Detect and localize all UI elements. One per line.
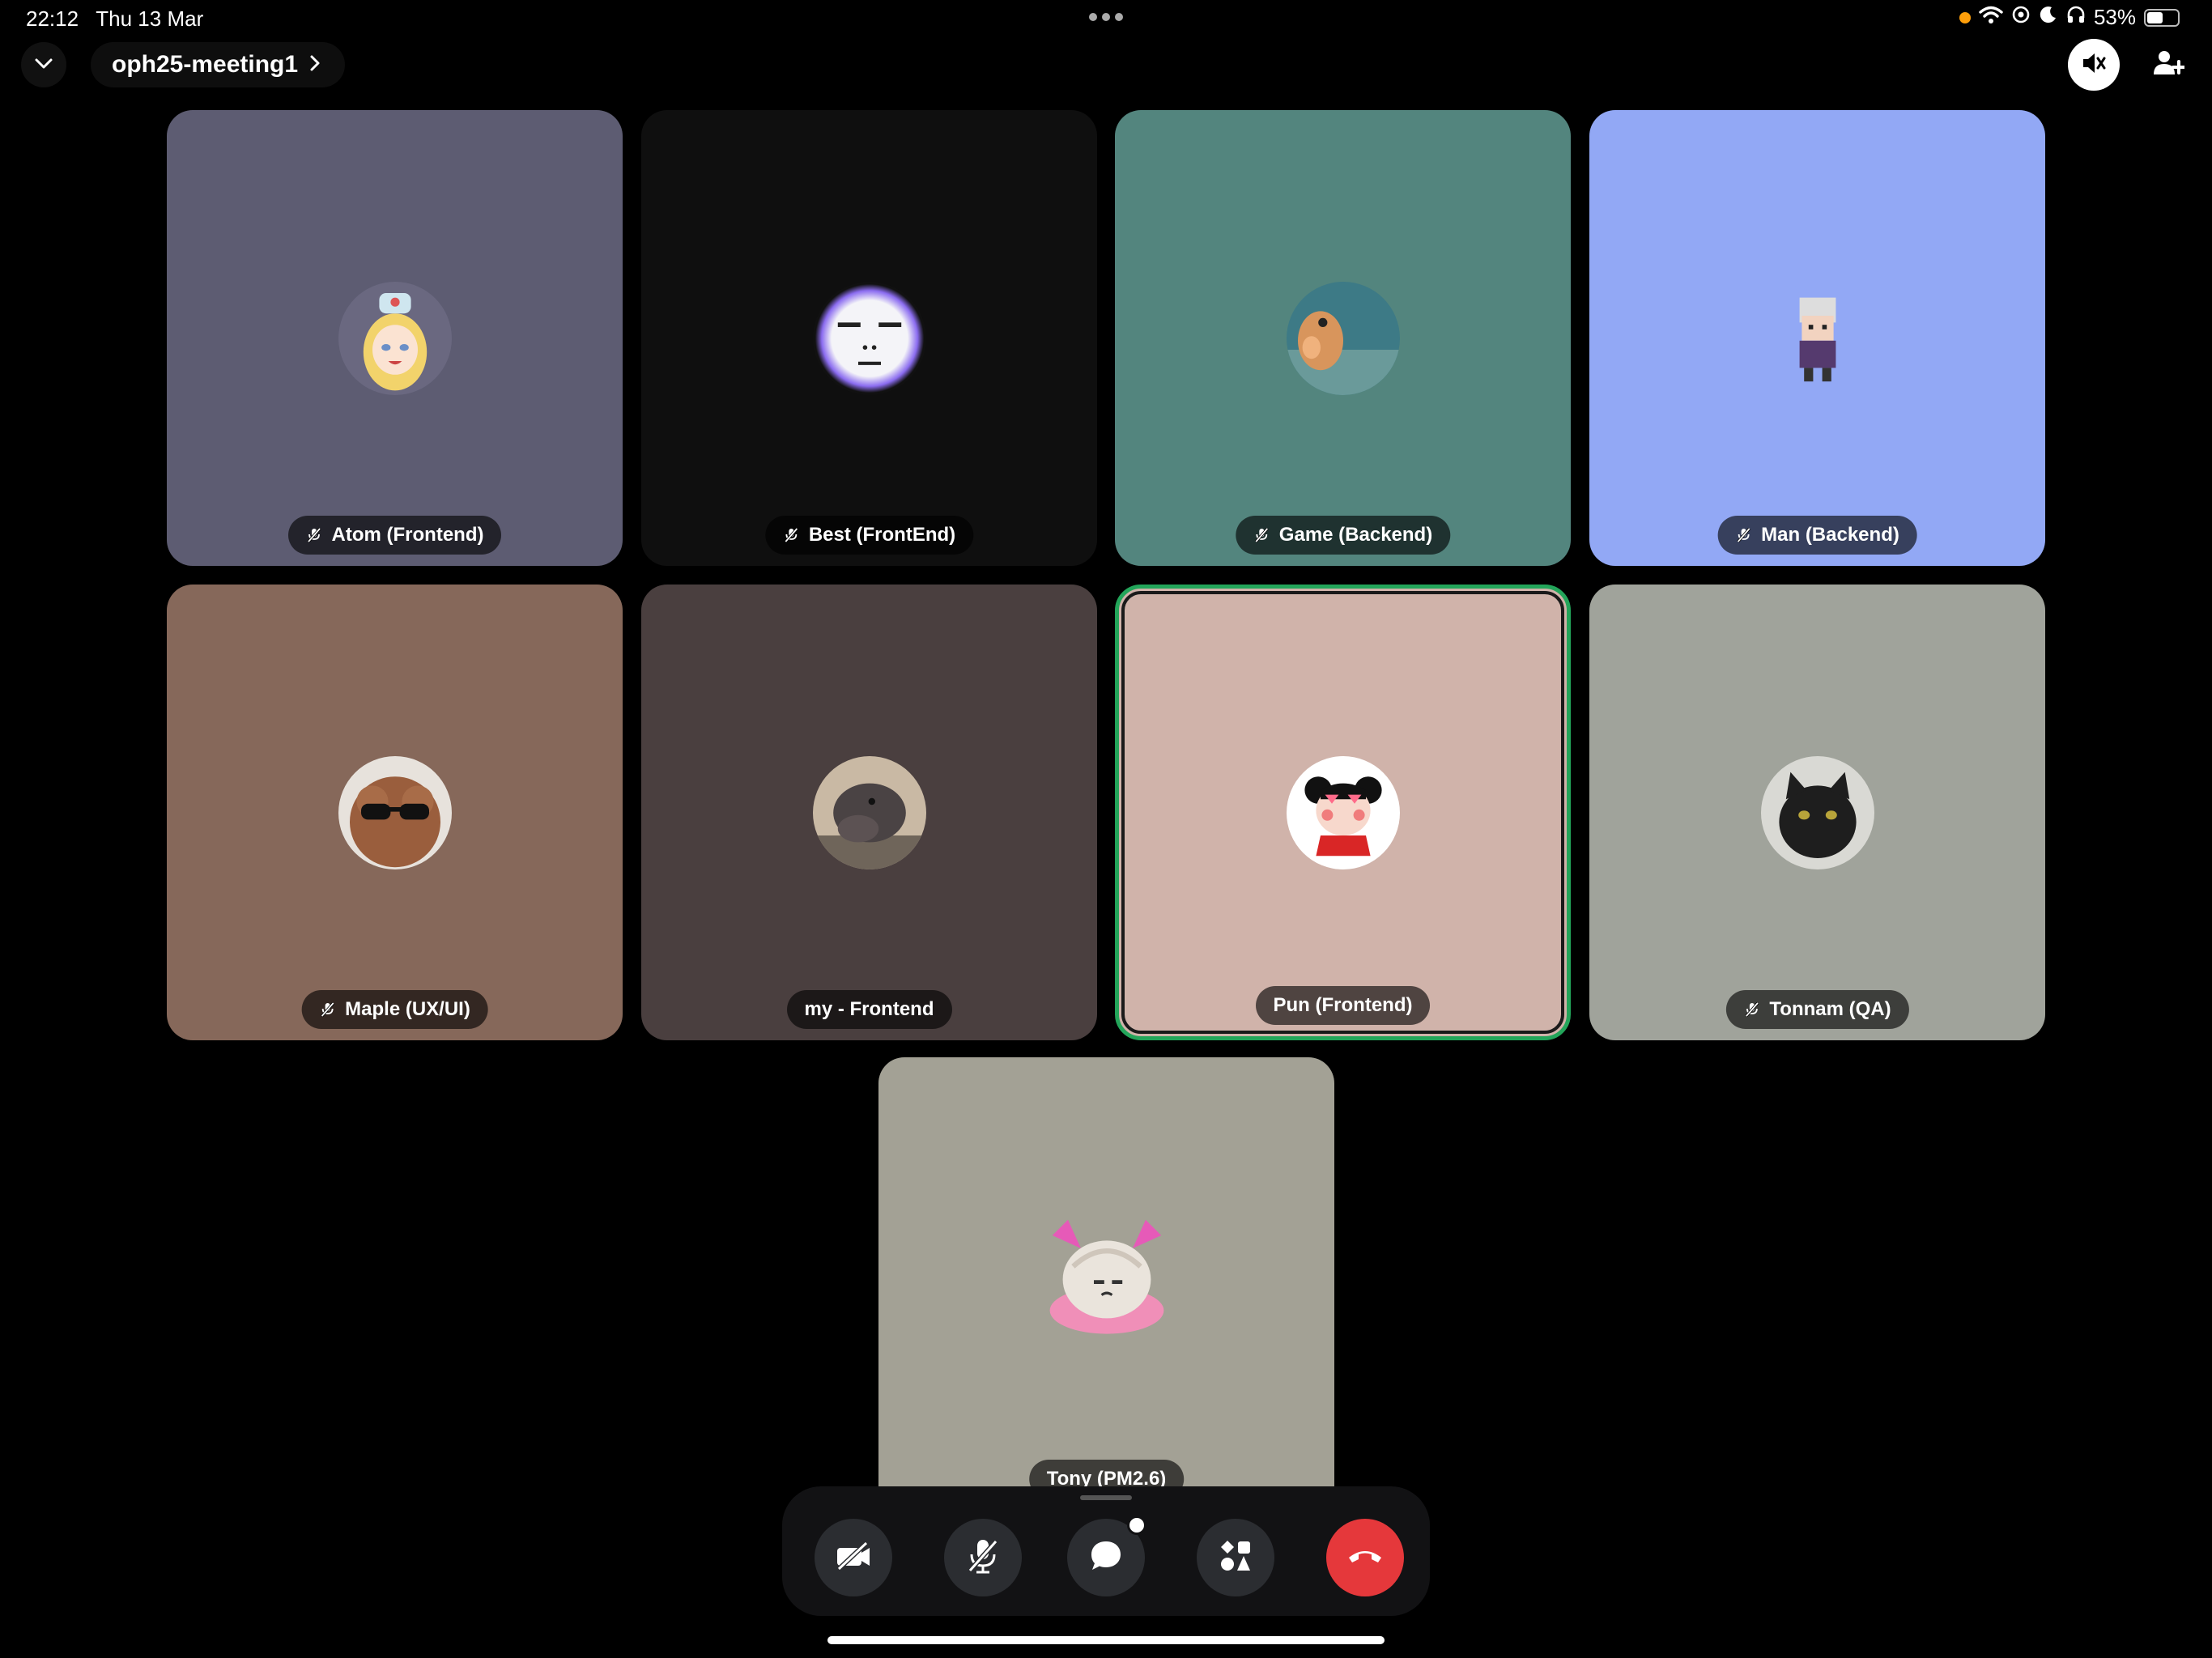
chat-notification-dot [1127,1516,1146,1535]
participant-tile[interactable]: Best (FrontEnd) [641,110,1097,566]
end-call-button[interactable] [1326,1519,1404,1596]
participant-name-pill: Game (Backend) [1235,516,1451,555]
hippo-avatar [812,755,926,869]
status-time: 22:12 Thu 13 Mar [26,6,203,32]
participant-tile[interactable]: Maple (UX/UI) [167,585,623,1040]
chevron-down-icon [34,57,53,74]
channel-name-button[interactable]: oph25-meeting1 [91,42,346,87]
participant-name-pill: Maple (UX/UI) [301,990,488,1029]
dog-sunglasses-avatar [338,755,452,869]
mic-off-icon [965,1537,1001,1579]
participant-name: Man (Backend) [1761,524,1899,546]
activities-button[interactable] [1197,1519,1274,1596]
mic-muted-icon [1743,1001,1759,1018]
headphones-icon [2066,5,2086,30]
mic-muted-icon [783,527,799,543]
status-icons: 53% [1959,5,2180,30]
multitasking-dots-icon[interactable] [1088,11,1124,26]
microphone-toggle-button[interactable] [944,1519,1022,1596]
participant-name: Atom (Frontend) [331,524,484,546]
collapse-call-button[interactable] [21,42,66,87]
participant-tile[interactable]: Atom (Frontend) [167,110,623,566]
participant-tile[interactable]: Tonnam (QA) [1589,585,2045,1040]
battery-icon [2144,8,2180,27]
call-controls-bar [782,1486,1430,1616]
participant-name: my - Frontend [804,998,934,1020]
home-indicator[interactable] [827,1636,1385,1644]
participant-tile[interactable]: Man (Backend) [1589,110,2045,566]
wifi-icon [1979,5,2003,30]
mic-muted-icon [319,1001,335,1018]
recording-indicator [1959,11,1971,23]
participant-name-pill: my - Frontend [786,990,952,1029]
focus-icon [2011,5,2031,30]
participant-name-pill: Best (FrontEnd) [764,516,974,555]
activities-icon [1218,1538,1253,1578]
chat-icon [1088,1538,1124,1578]
battery-fill [2147,11,2163,23]
participant-name: Tonnam (QA) [1769,998,1891,1020]
speaker-bluetooth-icon [2080,49,2108,81]
invite-button[interactable] [2146,42,2191,87]
mic-muted-icon [306,527,322,543]
dumpling-avatar [1041,1209,1172,1339]
participant-name-pill: Pun (Frontend) [1255,986,1431,1025]
black-cat-avatar [1760,755,1874,869]
status-time-text: 22:12 [26,6,79,31]
participant-name-pill: Tonnam (QA) [1725,990,1909,1029]
participant-tile[interactable]: Tony (PM2.6) [878,1057,1334,1490]
fish-avatar [1286,281,1400,395]
participant-name: Best (FrontEnd) [808,524,956,546]
cartoon-girl-avatar [1286,755,1400,869]
mic-muted-icon [1735,527,1751,543]
add-user-icon [2152,49,2186,82]
participant-name-pill: Atom (Frontend) [287,516,502,555]
control-bar-grabber[interactable] [1080,1495,1132,1500]
participant-name: Game (Backend) [1278,524,1433,546]
participant-name: Maple (UX/UI) [345,998,470,1020]
battery-percent: 53% [2093,5,2136,29]
end-call-icon [1346,1546,1385,1570]
participant-tile[interactable]: my - Frontend [641,585,1097,1040]
chevron-right-icon [309,51,321,79]
anime-girl-avatar [338,281,452,395]
audio-output-button[interactable] [2068,39,2120,91]
camera-toggle-button[interactable] [815,1519,892,1596]
moon-icon [2039,5,2058,30]
pixel-character-avatar [1760,281,1874,395]
camera-off-icon [834,1540,873,1576]
glowing-face-avatar [812,281,926,395]
participant-name: Pun (Frontend) [1273,994,1413,1016]
status-date-text: Thu 13 Mar [96,6,204,31]
channel-name: oph25-meeting1 [112,51,299,78]
chat-button[interactable] [1067,1516,1146,1596]
mic-muted-icon [1253,527,1270,543]
participant-name-pill: Man (Backend) [1717,516,1917,555]
participant-tile[interactable]: Game (Backend) [1115,110,1571,566]
participant-tile[interactable]: Pun (Frontend) [1115,585,1571,1040]
